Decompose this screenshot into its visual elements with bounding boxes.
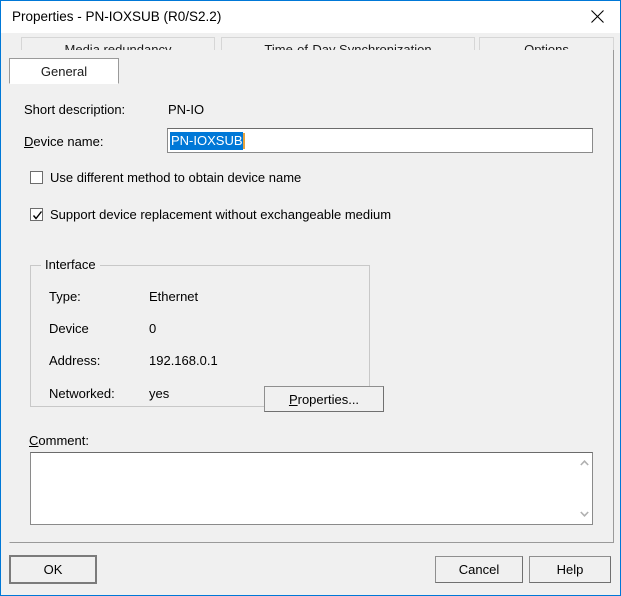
help-button-label: Help (557, 562, 584, 577)
interface-networked-label: Networked: (49, 386, 115, 401)
tab-general[interactable]: General (9, 58, 119, 84)
text-caret (243, 133, 245, 149)
checkbox-unchecked-icon (30, 171, 43, 184)
tab-content-general: Short description: PN-IO Device name: PN… (9, 50, 614, 543)
device-name-input[interactable]: PN-IOXSUB (167, 128, 593, 153)
dialog-footer: OK Cancel Help (1, 546, 620, 595)
help-button[interactable]: Help (529, 556, 611, 583)
device-name-value: PN-IOXSUB (170, 132, 243, 150)
checkbox-support-device-replacement[interactable]: Support device replacement without excha… (30, 207, 391, 222)
interface-address-label: Address: (49, 353, 100, 368)
ok-button-label: OK (44, 562, 63, 577)
short-description-label: Short description: (24, 102, 125, 117)
checkbox-checked-icon (30, 208, 43, 221)
close-icon[interactable] (574, 1, 620, 31)
interface-device-value: 0 (149, 321, 156, 336)
cancel-button[interactable]: Cancel (435, 556, 523, 583)
short-description-value: PN-IO (168, 102, 204, 117)
properties-button[interactable]: Properties... (264, 386, 384, 412)
tab-label: General (41, 64, 87, 79)
checkbox-label: Use different method to obtain device na… (50, 170, 301, 185)
interface-group-box: Interface Type: Ethernet Device 0 Addres… (30, 265, 370, 407)
chevron-down-icon[interactable] (576, 507, 592, 521)
interface-type-value: Ethernet (149, 289, 198, 304)
comment-field[interactable] (30, 452, 593, 525)
cancel-button-label: Cancel (459, 562, 499, 577)
comment-label: Comment: (29, 433, 89, 448)
comment-text[interactable] (31, 453, 576, 524)
interface-type-label: Type: (49, 289, 81, 304)
ok-button[interactable]: OK (9, 555, 97, 584)
comment-scrollbar[interactable] (576, 453, 592, 524)
chevron-up-icon[interactable] (576, 456, 592, 470)
interface-device-label: Device (49, 321, 89, 336)
device-name-label: Device name: (24, 134, 103, 149)
interface-networked-value: yes (149, 386, 169, 401)
checkbox-label: Support device replacement without excha… (50, 207, 391, 222)
interface-group-legend: Interface (41, 257, 100, 272)
checkbox-use-different-method[interactable]: Use different method to obtain device na… (30, 170, 310, 185)
properties-dialog: Properties - PN-IOXSUB (R0/S2.2) Media r… (0, 0, 621, 596)
window-title: Properties - PN-IOXSUB (R0/S2.2) (12, 9, 221, 24)
title-bar: Properties - PN-IOXSUB (R0/S2.2) (1, 1, 620, 33)
interface-address-value: 192.168.0.1 (149, 353, 218, 368)
